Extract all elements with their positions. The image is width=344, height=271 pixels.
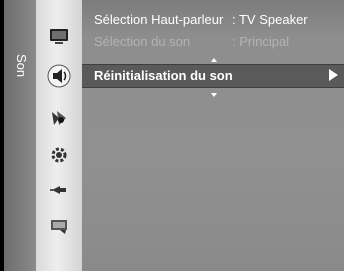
sound-icon[interactable] <box>46 63 72 89</box>
setup-icon[interactable] <box>49 145 69 165</box>
sound-menu-tab-label: Son <box>14 54 29 78</box>
scroll-up-arrow-icon <box>211 58 217 62</box>
sound-select-label: Sélection du son <box>94 34 191 49</box>
sound-select-value: : Principal <box>232 34 290 49</box>
picture-icon[interactable] <box>49 26 69 46</box>
menu-item-sound-select: Sélection du son : Principal <box>94 34 289 49</box>
menu-item-sound-reset[interactable]: Réinitialisation du son <box>82 64 344 88</box>
sound-reset-label: Réinitialisation du son <box>94 68 233 83</box>
speaker-select-label: Sélection Haut-parleur <box>94 12 224 27</box>
submenu-arrow-icon <box>329 69 338 81</box>
channel-icon[interactable] <box>49 108 69 128</box>
speaker-select-value: : TV Speaker <box>232 12 308 27</box>
menu-item-speaker-select[interactable]: Sélection Haut-parleur : TV Speaker <box>94 12 308 27</box>
menu-category-column <box>36 0 82 271</box>
input-icon[interactable] <box>49 180 69 200</box>
menu-panel: Sélection Haut-parleur : TV Speaker Séle… <box>82 0 344 271</box>
scroll-down-arrow-icon <box>211 93 217 97</box>
application-icon[interactable] <box>49 215 69 235</box>
sound-menu-tab: Son <box>4 0 36 271</box>
